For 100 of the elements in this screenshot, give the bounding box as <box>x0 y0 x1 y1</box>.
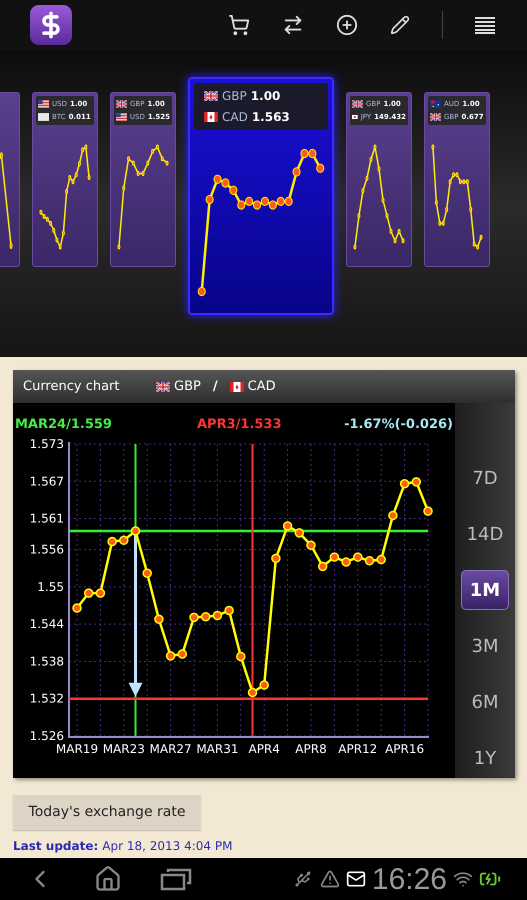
range-tab[interactable]: 14D <box>461 514 509 554</box>
data-point <box>388 510 398 520</box>
flag-icon <box>38 112 49 121</box>
sparkline-point <box>229 186 238 195</box>
currency-amount: 1.00 <box>250 88 280 105</box>
flag-icon <box>204 91 218 101</box>
sparkline-point <box>434 200 438 206</box>
sparkline-point <box>357 213 360 218</box>
range-tab[interactable]: 3M <box>461 626 509 666</box>
sparkline-point <box>10 242 13 249</box>
sparkline-point <box>52 228 56 233</box>
x-tick-label: MAR19 <box>56 742 98 756</box>
pair-separator: / <box>212 378 218 396</box>
sparkline-point <box>370 157 372 162</box>
data-point <box>353 552 363 562</box>
mail-icon <box>346 869 366 889</box>
data-point <box>259 680 269 690</box>
sparkline-point <box>74 172 78 178</box>
sparkline-point <box>253 200 262 210</box>
x-tick-label: MAR27 <box>150 742 192 756</box>
data-point <box>364 556 374 566</box>
sparkline-point <box>65 188 68 194</box>
base-currency: GBP <box>174 378 201 396</box>
data-point <box>248 688 258 698</box>
swap-icon[interactable] <box>282 14 304 36</box>
data-point <box>294 528 304 538</box>
sparkline-point <box>206 194 214 204</box>
sparkline-point <box>300 148 308 158</box>
dollar-logo-icon[interactable] <box>30 5 72 45</box>
sparkline-point <box>402 238 405 244</box>
range-tab[interactable]: 6M <box>461 682 509 722</box>
sparkline-point <box>276 196 285 206</box>
sparkline-point <box>374 144 376 150</box>
range-tab[interactable]: 1Y <box>461 738 509 778</box>
data-point <box>212 610 222 620</box>
flag-icon <box>352 112 358 121</box>
x-tick-label: MAR31 <box>196 742 238 756</box>
data-point <box>306 540 316 550</box>
flag-icon <box>204 112 218 122</box>
sparkline-point <box>56 238 58 243</box>
flag-icon <box>116 100 127 108</box>
y-tick-label: 1.55 <box>37 580 64 594</box>
data-point <box>189 612 199 622</box>
flag-icon <box>430 112 441 121</box>
chart-readout: APR3/1.533 <box>197 416 283 434</box>
sparkline-point <box>0 152 3 158</box>
y-tick-label: 1.538 <box>30 654 64 668</box>
sparkline-point <box>469 207 472 212</box>
exchange-rate-button[interactable]: Today's exchange rate <box>13 795 201 830</box>
sparkline-point <box>214 174 222 184</box>
x-tick-label: APR12 <box>338 742 378 756</box>
sparkline-point <box>353 244 356 250</box>
currency-card[interactable]: GBP 1.00 CAD 1.563 <box>188 77 334 315</box>
clock: 16:26 <box>372 862 447 898</box>
data-point <box>423 506 433 516</box>
recent-apps-icon[interactable] <box>160 867 192 891</box>
sparkline-point <box>390 228 392 234</box>
data-point <box>330 552 340 562</box>
sparkline-point <box>58 244 62 250</box>
y-tick-label: 1.532 <box>30 692 64 706</box>
data-point <box>376 554 386 564</box>
sparkline-point <box>122 186 126 191</box>
range-tab[interactable]: 7D <box>461 458 509 498</box>
currency-code: GBP <box>222 88 247 105</box>
data-point <box>96 588 106 598</box>
data-point <box>142 568 152 578</box>
sparkline-point <box>166 160 169 166</box>
cart-icon[interactable] <box>228 14 250 36</box>
data-point <box>154 614 164 624</box>
warning-icon <box>320 869 340 889</box>
sparkline-point <box>398 228 401 234</box>
sparkline-point <box>394 238 396 244</box>
last-update-label: Last update: <box>13 838 98 855</box>
data-point <box>72 603 82 613</box>
home-icon[interactable] <box>94 865 122 893</box>
pencil-icon[interactable] <box>390 15 410 35</box>
range-tab[interactable]: 1M <box>461 570 509 610</box>
sparkline-point <box>268 200 277 210</box>
data-point <box>130 526 140 536</box>
sparkline-point <box>245 196 254 206</box>
flag-icon <box>230 382 244 392</box>
flag-icon <box>116 112 127 121</box>
menu-icon[interactable] <box>475 16 495 34</box>
sparkline-point <box>117 244 120 250</box>
sparkline-point <box>146 160 150 166</box>
sparkline-point <box>378 166 380 172</box>
add-icon[interactable] <box>336 14 358 36</box>
data-point <box>412 477 422 487</box>
sparkline-point <box>386 213 388 218</box>
y-tick-label: 1.556 <box>30 542 64 557</box>
data-point <box>236 652 246 662</box>
x-tick-label: APR4 <box>248 742 280 756</box>
sparkline-point <box>366 176 368 181</box>
data-point <box>224 606 234 616</box>
sparkline-point <box>362 188 364 194</box>
chart-readout: MAR24/1.559 <box>15 416 113 434</box>
currency-amount: 1.563 <box>252 109 290 126</box>
sparkline-point <box>260 196 269 206</box>
data-point <box>282 521 292 531</box>
data-point <box>178 649 188 659</box>
